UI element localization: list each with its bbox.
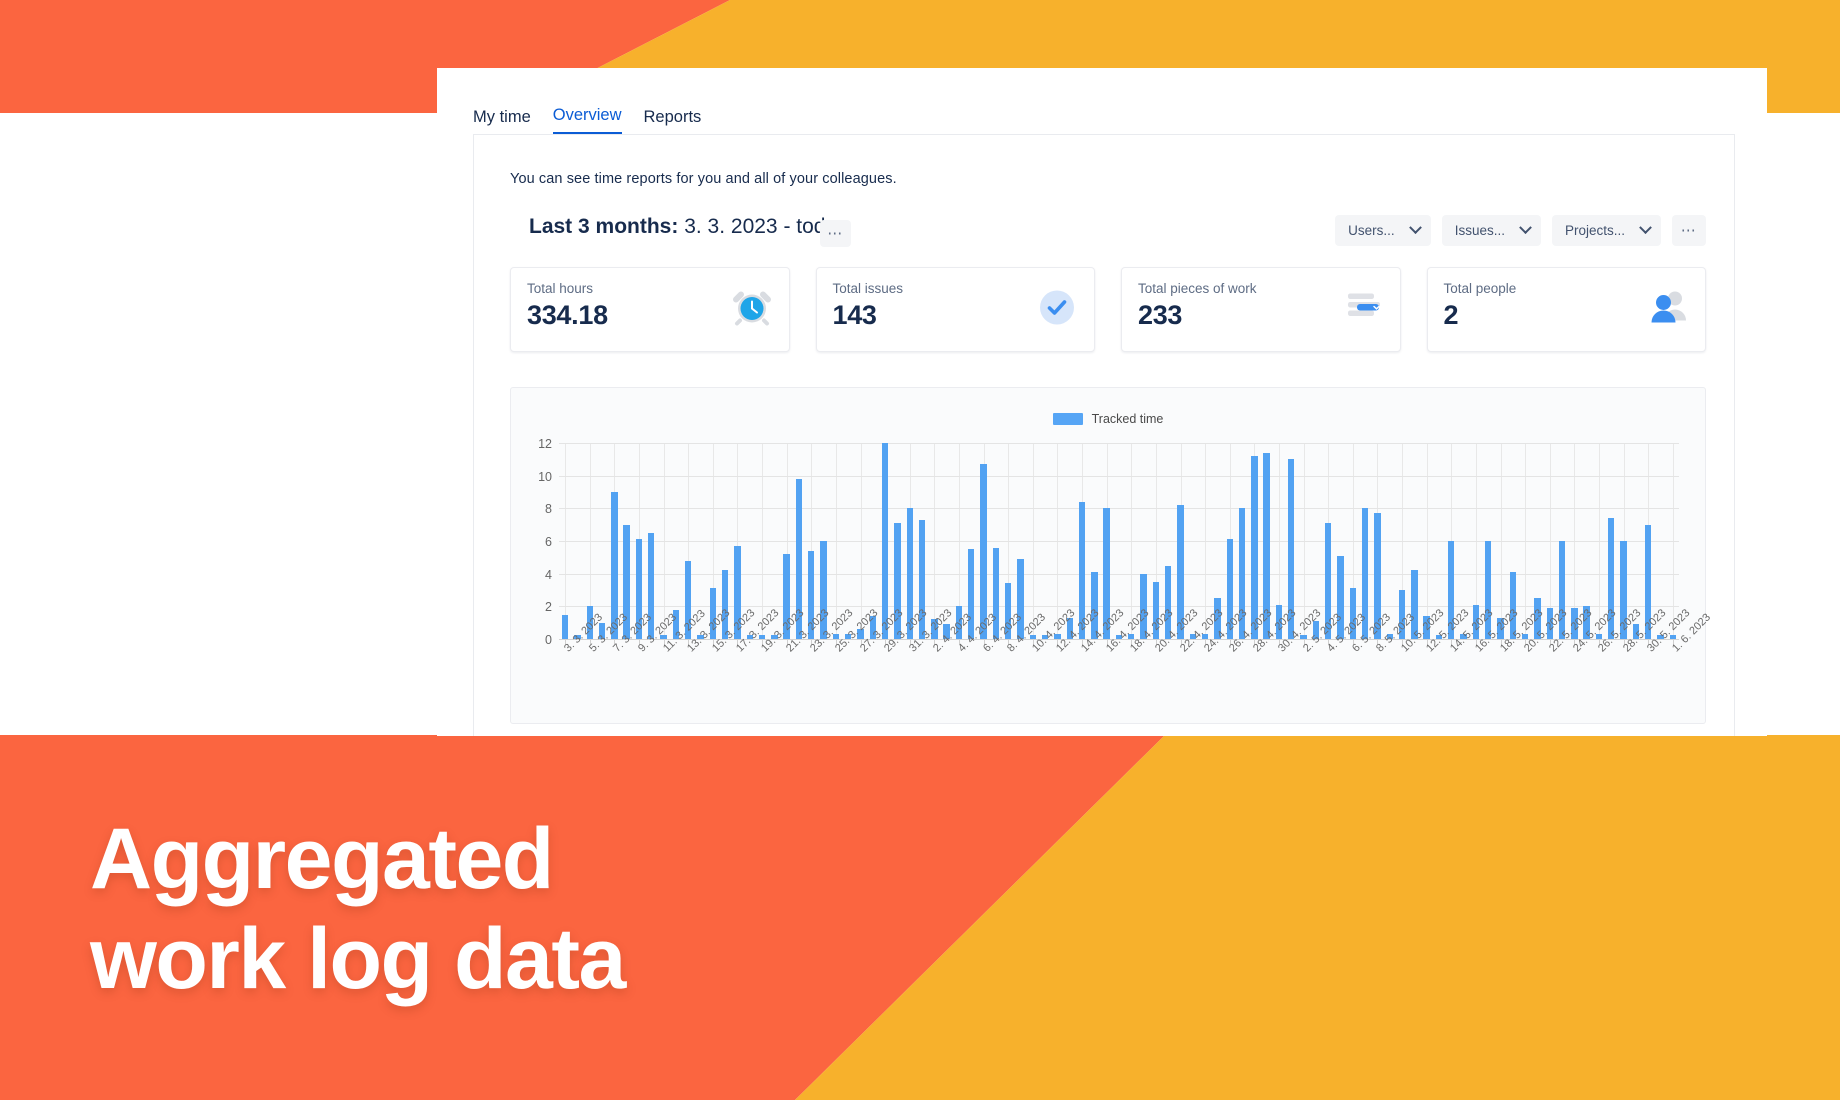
overview-panel: You can see time reports for you and all… (473, 134, 1735, 736)
tab-reports[interactable]: Reports (643, 107, 702, 135)
date-range-prefix: Last 3 months: (529, 215, 679, 238)
y-axis-tick-label: 12 (538, 437, 552, 451)
y-axis-tick-label: 4 (545, 567, 552, 582)
poster-caption: Aggregated work log data (90, 811, 626, 1007)
filter-issues-select[interactable]: Issues... (1441, 215, 1541, 246)
filter-projects-select[interactable]: Projects... (1551, 215, 1661, 246)
tab-reports-label: Reports (643, 107, 702, 126)
legend-swatch-tracked-time (1052, 413, 1083, 425)
chart-bar[interactable] (1251, 456, 1258, 639)
date-range-title: Last 3 months: 3. 3. 2023 - today (529, 215, 848, 239)
stat-card-total-pieces-of-work: Total pieces of work 233 (1121, 267, 1401, 352)
stat-card-total-issues: Total issues 143 (815, 267, 1095, 352)
title-row: Last 3 months: 3. 3. 2023 - today ⋯ User… (510, 211, 1706, 249)
chart-legend: Tracked time (511, 412, 1705, 426)
app-window: My time Overview Reports You can see tim… (437, 68, 1767, 736)
chevron-down-icon (1519, 221, 1532, 235)
people-icon (1648, 289, 1688, 330)
ellipsis-icon: ⋯ (1680, 221, 1698, 239)
chart-bar[interactable] (968, 549, 975, 639)
check-circle-icon (1037, 287, 1077, 332)
y-axis-tick-label: 0 (545, 633, 552, 647)
y-axis-tick-label: 8 (545, 502, 552, 517)
alarm-clock-icon (732, 287, 772, 332)
tab-my-time[interactable]: My time (473, 107, 531, 135)
legend-label-tracked-time: Tracked time (1091, 412, 1164, 426)
filter-users-select[interactable]: Users... (1335, 215, 1431, 246)
tab-overview[interactable]: Overview (552, 105, 622, 134)
stat-card-total-people: Total people 2 (1426, 267, 1706, 352)
tab-overview-label: Overview (552, 105, 622, 124)
y-axis-tick-label: 6 (545, 535, 552, 549)
y-axis-tick-label: 2 (545, 600, 552, 615)
filters-more-button[interactable]: ⋯ (1672, 215, 1706, 246)
chevron-down-icon (1408, 221, 1422, 235)
tab-bar: My time Overview Reports (437, 68, 1767, 134)
stat-card-total-hours: Total hours 334.18 (510, 267, 790, 352)
filter-issues-label: Issues... (1454, 223, 1505, 238)
chevron-down-icon (1639, 221, 1652, 235)
tracked-time-chart: Tracked time 0 2 4 6 8 10 12 3. 3. 2023 5. 3. 2… (510, 387, 1713, 724)
date-range-more-button[interactable]: ⋯ (820, 220, 851, 247)
filter-projects-label: Projects... (1564, 223, 1625, 238)
intro-text: You can see time reports for you and all… (510, 171, 897, 187)
filter-bar: Users... Issues... Projects... ⋯ (1335, 215, 1706, 246)
stat-cards: Total hours 334.18 Total issues 143 Tota… (510, 267, 1706, 352)
tab-my-time-label: My time (473, 107, 531, 126)
y-axis-tick-label: 10 (538, 469, 552, 484)
chart-bar[interactable] (881, 443, 889, 639)
work-items-icon (1345, 290, 1383, 329)
chart-bar[interactable] (980, 464, 987, 639)
ellipsis-icon: ⋯ (827, 224, 844, 242)
chart-bar[interactable] (561, 614, 569, 639)
chart-x-axis-labels: 3. 3. 2023 5. 3. 2023 7. 3. 2023 9. 3. 2023… (559, 607, 1713, 736)
poster-canvas: My time Overview Reports You can see tim… (0, 0, 1840, 1100)
filter-users-label: Users... (1348, 223, 1395, 238)
